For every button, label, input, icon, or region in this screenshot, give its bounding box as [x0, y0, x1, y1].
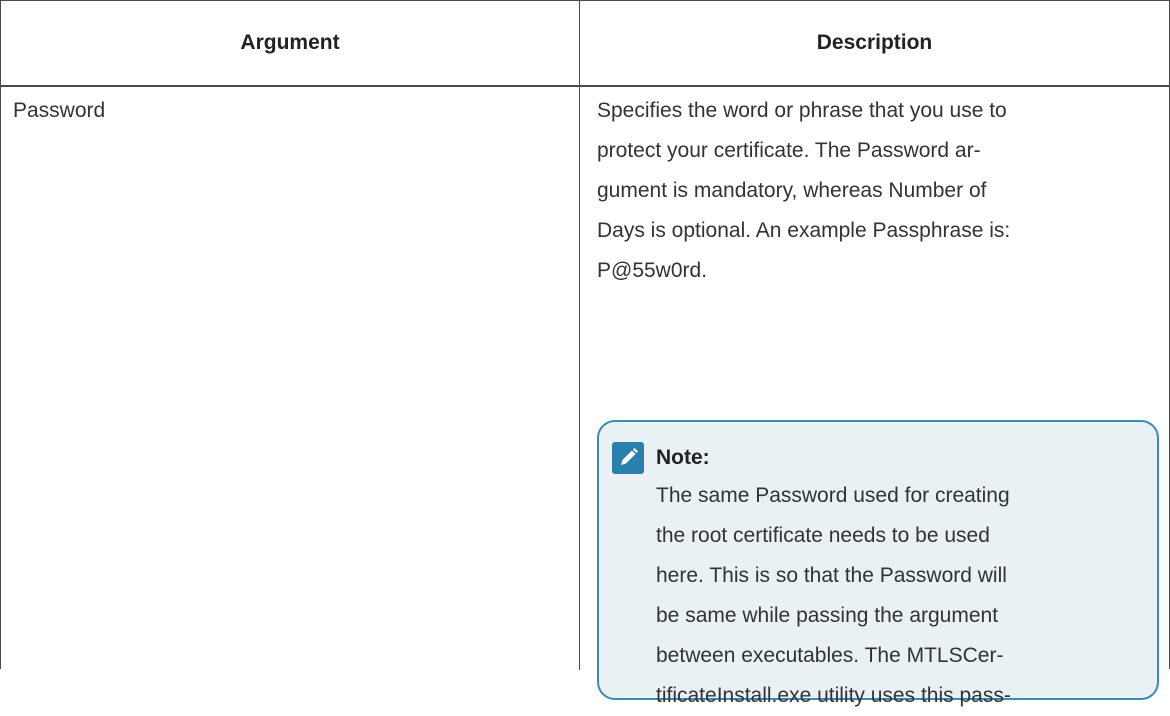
- description-line: Days is optional. An example Passphrase …: [597, 219, 1011, 242]
- note-callout: Note: The same Password used for creatin…: [597, 420, 1159, 707]
- column-divider: [579, 1, 580, 670]
- column-header-description: Description: [816, 31, 933, 54]
- note-title: Note:: [656, 446, 710, 469]
- note-line: the root certificate needs to be used: [656, 524, 990, 547]
- column-header-argument: Argument: [240, 31, 340, 54]
- description-line: protect your certificate. The Password a…: [597, 139, 981, 162]
- note-body: The same Password used for creating the …: [656, 476, 1011, 716]
- note-line: be same while passing the argument: [656, 604, 999, 627]
- note-line: The same Password used for creating: [656, 484, 1010, 507]
- description-line: gument is mandatory, whereas Number of: [597, 179, 987, 202]
- description-line: P@55w0rd.: [597, 259, 708, 282]
- argument-table: Argument Description Password Specifies …: [0, 0, 1170, 707]
- description-cell-password: Specifies the word or phrase that you us…: [597, 91, 1157, 291]
- table-header-row: Argument Description: [1, 1, 1169, 87]
- description-line: Specifies the word or phrase that you us…: [597, 99, 1007, 122]
- note-line: here. This is so that the Password will: [656, 564, 1007, 587]
- note-line: tificateInstall.exe utility uses this pa…: [656, 684, 1011, 707]
- note-line: between executables. The MTLSCer-: [656, 644, 1004, 667]
- pencil-note-icon: [612, 442, 644, 474]
- argument-cell-password: Password: [13, 99, 106, 122]
